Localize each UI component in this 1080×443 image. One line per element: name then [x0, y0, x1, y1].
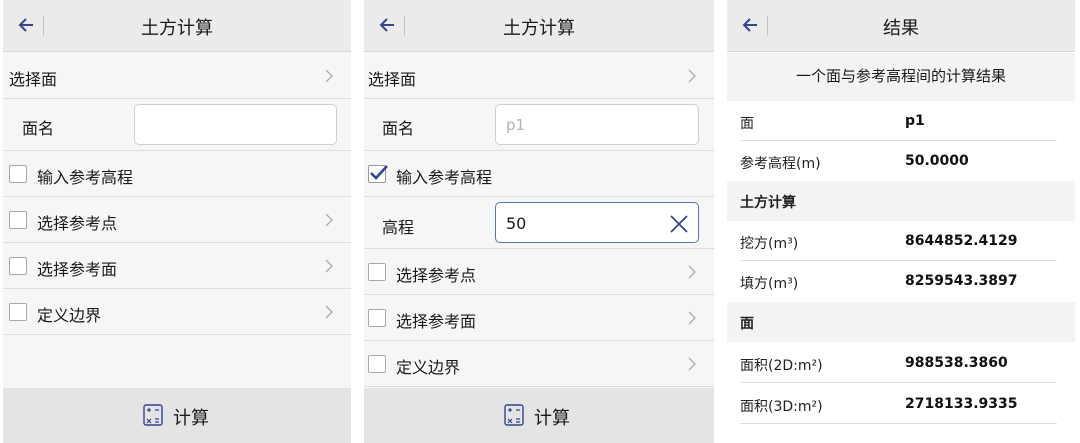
define-boundary-label: 定义边界 — [37, 306, 102, 325]
results-screen: 结果 一个面与参考高程间的计算结果 面 p1 参考高程(m) 50.0000 土… — [727, 0, 1075, 443]
earthwork-screen-empty: 土方计算 选择面 面名 输入参考高程 选择参考点 选择参考面 定义边界 计算 — [3, 0, 351, 443]
surface-name-label: 面名 — [382, 119, 415, 138]
chevron-right-icon — [325, 259, 333, 273]
page-title: 结果 — [883, 18, 919, 39]
surface-name-input[interactable] — [134, 104, 337, 145]
checkbox-icon[interactable] — [9, 165, 27, 183]
surface-name-label: 面名 — [22, 119, 55, 138]
surface-name-row: 面名 — [3, 99, 351, 151]
calculate-button[interactable]: 计算 — [364, 388, 714, 443]
chevron-right-icon — [325, 69, 333, 83]
chevron-right-icon — [688, 265, 696, 279]
define-boundary-row[interactable]: 定义边界 — [364, 341, 714, 387]
result-value: 8259543.3897 — [905, 273, 1018, 289]
header: 土方计算 — [3, 0, 351, 52]
elevation-label: 高程 — [382, 218, 415, 237]
results-subtitle: 一个面与参考高程间的计算结果 — [727, 53, 1075, 101]
input-ref-elev-label: 输入参考高程 — [396, 168, 493, 187]
checkbox-icon[interactable] — [368, 309, 386, 327]
result-key: 填方(m³) — [740, 276, 799, 292]
define-boundary-row[interactable]: 定义边界 — [3, 289, 351, 335]
calculator-icon — [143, 404, 163, 426]
elevation-value: 50 — [506, 214, 527, 233]
divider — [740, 382, 1057, 383]
section-surface: 面 — [727, 302, 1075, 342]
select-surface-row[interactable]: 选择面 — [3, 53, 351, 99]
surface-name-placeholder: p1 — [506, 116, 526, 134]
section-title: 面 — [740, 316, 754, 332]
result-row-fill: 填方(m³) 8259543.3897 — [727, 261, 1075, 301]
calculate-label: 计算 — [534, 408, 570, 429]
result-key: 面积(2D:m²) — [740, 358, 823, 374]
calculator-icon — [504, 404, 524, 426]
select-ref-surface-row[interactable]: 选择参考面 — [364, 295, 714, 341]
checkbox-icon[interactable] — [9, 257, 27, 275]
result-value: p1 — [905, 113, 925, 129]
calculate-label: 计算 — [173, 408, 209, 429]
input-ref-elev-row[interactable]: 输入参考高程 — [3, 151, 351, 197]
calculate-button[interactable]: 计算 — [3, 388, 351, 443]
input-ref-elev-row[interactable]: 输入参考高程 — [364, 151, 714, 197]
result-row-area-2d: 面积(2D:m²) 988538.3860 — [727, 343, 1075, 383]
result-key: 面 — [740, 116, 754, 132]
result-value: 50.0000 — [905, 153, 969, 169]
select-surface-label: 选择面 — [368, 70, 417, 89]
checkbox-icon[interactable] — [368, 355, 386, 373]
earthwork-screen-filled: 土方计算 选择面 面名 p1 输入参考高程 高程 50 选择参考点 选择参考面 — [364, 0, 714, 443]
select-ref-point-row[interactable]: 选择参考点 — [3, 197, 351, 243]
checkbox-icon[interactable] — [368, 263, 386, 281]
input-ref-elev-label: 输入参考高程 — [37, 168, 134, 187]
elevation-input[interactable]: 50 — [495, 202, 699, 243]
result-key: 参考高程(m) — [740, 156, 821, 172]
result-value: 2718133.9335 — [905, 396, 1018, 412]
define-boundary-label: 定义边界 — [396, 358, 461, 377]
checkbox-checked-icon[interactable] — [368, 165, 388, 183]
select-ref-point-label: 选择参考点 — [396, 266, 477, 285]
select-ref-surface-label: 选择参考面 — [396, 312, 477, 331]
result-row-surface: 面 p1 — [727, 101, 1075, 141]
result-row-cut: 挖方(m³) 8644852.4129 — [727, 221, 1075, 261]
chevron-right-icon — [325, 305, 333, 319]
surface-name-input[interactable]: p1 — [495, 104, 699, 145]
page-title: 土方计算 — [503, 18, 575, 39]
select-surface-label: 选择面 — [9, 70, 58, 89]
clear-icon[interactable] — [668, 213, 690, 235]
select-ref-surface-label: 选择参考面 — [37, 260, 118, 279]
select-ref-point-label: 选择参考点 — [37, 214, 118, 233]
chevron-right-icon — [325, 213, 333, 227]
chevron-right-icon — [688, 357, 696, 371]
result-value: 8644852.4129 — [905, 233, 1018, 249]
select-ref-point-row[interactable]: 选择参考点 — [364, 249, 714, 295]
result-key: 面积(3D:m²) — [740, 399, 823, 415]
elevation-row: 高程 50 — [364, 197, 714, 249]
select-surface-row[interactable]: 选择面 — [364, 53, 714, 99]
result-key: 挖方(m³) — [740, 236, 799, 252]
section-title: 土方计算 — [740, 195, 796, 211]
header: 土方计算 — [364, 0, 714, 52]
checkbox-icon[interactable] — [9, 211, 27, 229]
select-ref-surface-row[interactable]: 选择参考面 — [3, 243, 351, 289]
result-row-ref-elev: 参考高程(m) 50.0000 — [727, 141, 1075, 181]
header: 结果 — [727, 0, 1075, 52]
page-title: 土方计算 — [141, 18, 213, 39]
divider — [740, 423, 1057, 424]
chevron-right-icon — [688, 311, 696, 325]
surface-name-row: 面名 p1 — [364, 99, 714, 151]
result-value: 988538.3860 — [905, 355, 1008, 371]
result-row-area-3d: 面积(3D:m²) 2718133.9335 — [727, 384, 1075, 424]
checkbox-icon[interactable] — [9, 303, 27, 321]
section-earthwork: 土方计算 — [727, 181, 1075, 221]
chevron-right-icon — [688, 69, 696, 83]
